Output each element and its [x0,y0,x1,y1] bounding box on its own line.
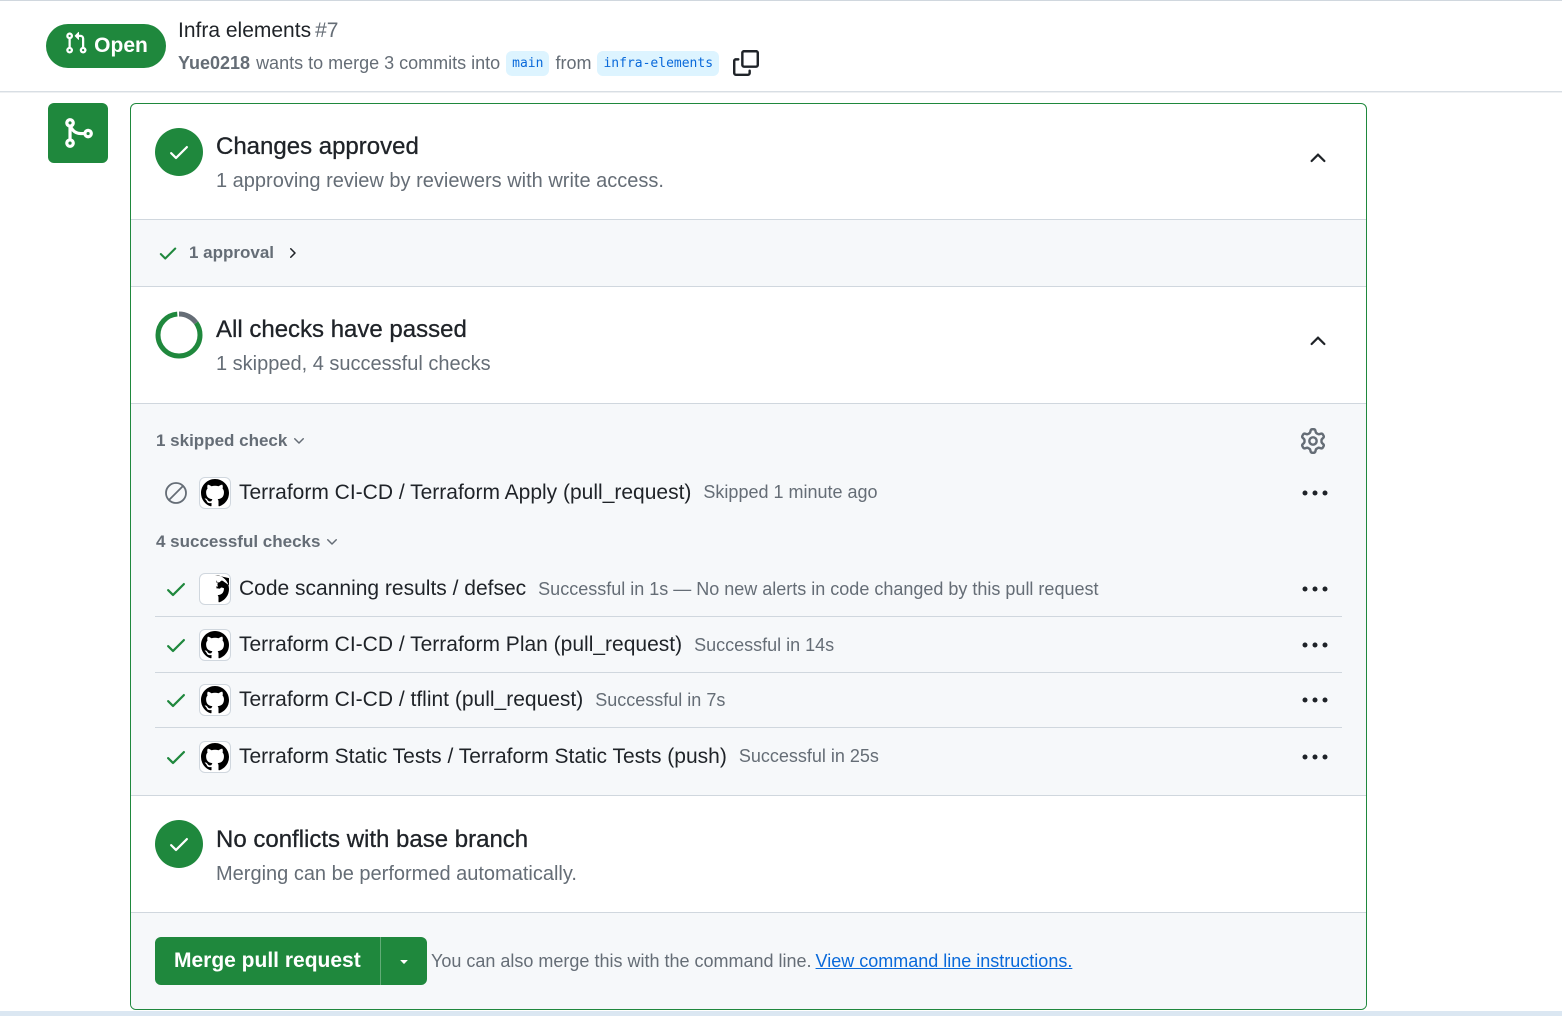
author-link[interactable]: Yue0218 [178,53,250,74]
check-desc: Successful in 14s [694,634,835,655]
github-logo-icon [199,740,231,773]
state-label: Open [94,34,148,57]
copy-icon[interactable] [733,50,760,76]
check-desc: Successful in 25s [738,746,879,766]
skipped-group-label: 1 skipped check [156,431,288,450]
chevron-right-icon [290,248,296,258]
check-desc: Skipped 1 minute ago [703,482,878,502]
check-row-skipped[interactable]: Terraform CI-CD / Terraform Apply (pull_… [155,465,1342,520]
head-branch[interactable]: infra-elements [597,50,720,76]
approval-row: 1 approval [131,220,1366,287]
check-name: Terraform Static Tests / Terraform Stati… [239,744,727,768]
check-icon [159,247,177,260]
checks-list: 1 skipped check Terraform CI-CD / Terraf… [131,404,1366,796]
merge-section: Merge pull request You can also merge th… [131,913,1366,1009]
checks-subtext: 1 skipped, 4 successful checks [216,353,491,375]
conflicts-subtext: Merging can be performed automatically. [216,863,577,885]
command-line-instructions-link[interactable]: View command line instructions. [816,951,1073,971]
state-badge-open: Open [46,24,166,68]
approval-link[interactable]: 1 approval [157,242,300,264]
approved-heading: Changes approved [216,133,419,160]
github-logo-icon [199,629,231,661]
pr-number: #7 [315,19,339,42]
kebab-horizontal-icon[interactable] [1300,478,1330,508]
successful-group-label: 4 successful checks [156,532,321,551]
base-branch[interactable]: main [506,50,550,76]
check-desc: Successful in 1s — No new alerts in code… [538,578,1099,599]
check-icon [155,577,197,601]
chevron-up-icon[interactable] [1306,146,1330,170]
github-logo-icon [199,684,231,716]
kebab-horizontal-icon[interactable] [1300,630,1330,660]
check-row-success[interactable]: Terraform CI-CD / Terraform Plan (pull_r… [155,618,1342,673]
pr-meta: Yue0218 wants to merge 3 commits into ma… [178,50,760,76]
check-row-success[interactable]: Terraform CI-CD / tflint (pull_request) … [155,673,1342,728]
pr-title-text: Infra elements [178,19,312,42]
triangle-down-icon [400,960,408,964]
skip-icon [155,481,197,505]
pull-request-icon [64,31,88,61]
check-icon [155,633,197,657]
conflicts-section: No conflicts with base branch Merging ca… [131,796,1366,913]
merge-hint: You can also merge this with the command… [431,951,1072,972]
merge-box: Changes approved 1 approving review by r… [130,103,1367,1010]
checks-progress-ring-icon [155,311,203,359]
approved-status [155,128,203,176]
kebab-horizontal-icon[interactable] [1300,574,1330,604]
check-name: Terraform CI-CD / Terraform Apply (pull_… [239,480,692,504]
check-row-success[interactable]: Terraform Static Tests / Terraform Stati… [155,729,1342,784]
check-name: Terraform CI-CD / Terraform Plan (pull_r… [239,633,683,656]
check-icon [170,838,188,852]
chevron-up-icon[interactable] [1306,329,1330,353]
conflicts-heading: No conflicts with base branch [216,826,529,853]
from-text: from [555,52,592,73]
check-icon [170,146,188,160]
merge-pull-request-button[interactable]: Merge pull request [155,937,380,985]
check-name: Terraform CI-CD / tflint (pull_request) [239,688,584,711]
check-desc: Successful in 7s [595,689,726,710]
merge-hint-text: You can also merge this with the command… [431,951,812,971]
github-logo-icon [199,476,231,509]
check-row-success[interactable]: Code scanning results / defsec Successfu… [155,562,1342,617]
git-merge-icon [65,118,93,148]
check-icon [155,688,197,712]
pr-header: Open Infra elements #7 Yue0218 wants to m… [0,0,1562,92]
merge-button-group: Merge pull request [155,937,427,985]
checks-section: All checks have passed 1 skipped, 4 succ… [131,287,1366,404]
approved-subtext: 1 approving review by reviewers with wri… [216,170,664,192]
approval-label: 1 approval [189,243,275,262]
merge-method-dropdown[interactable] [379,937,427,985]
bottom-scroll-edge [0,1011,1562,1016]
check-name: Code scanning results / defsec [239,577,527,600]
github-logo-icon [199,573,231,605]
timeline-merge-icon-box [48,103,108,163]
conflicts-status [155,820,203,868]
chevron-down-icon [294,438,305,444]
pr-title: Infra elements #7 [178,19,338,43]
approved-section: Changes approved 1 approving review by r… [131,104,1366,220]
kebab-horizontal-icon[interactable] [1300,742,1330,772]
chevron-down-icon [327,539,338,545]
checks-heading: All checks have passed [216,316,467,343]
skipped-group-toggle[interactable]: 1 skipped check [156,431,307,451]
check-icon [155,745,197,769]
kebab-horizontal-icon[interactable] [1300,685,1330,715]
merge-text: wants to merge 3 commits into [256,52,501,73]
gear-icon[interactable] [1300,428,1326,454]
successful-group-toggle[interactable]: 4 successful checks [156,532,340,552]
